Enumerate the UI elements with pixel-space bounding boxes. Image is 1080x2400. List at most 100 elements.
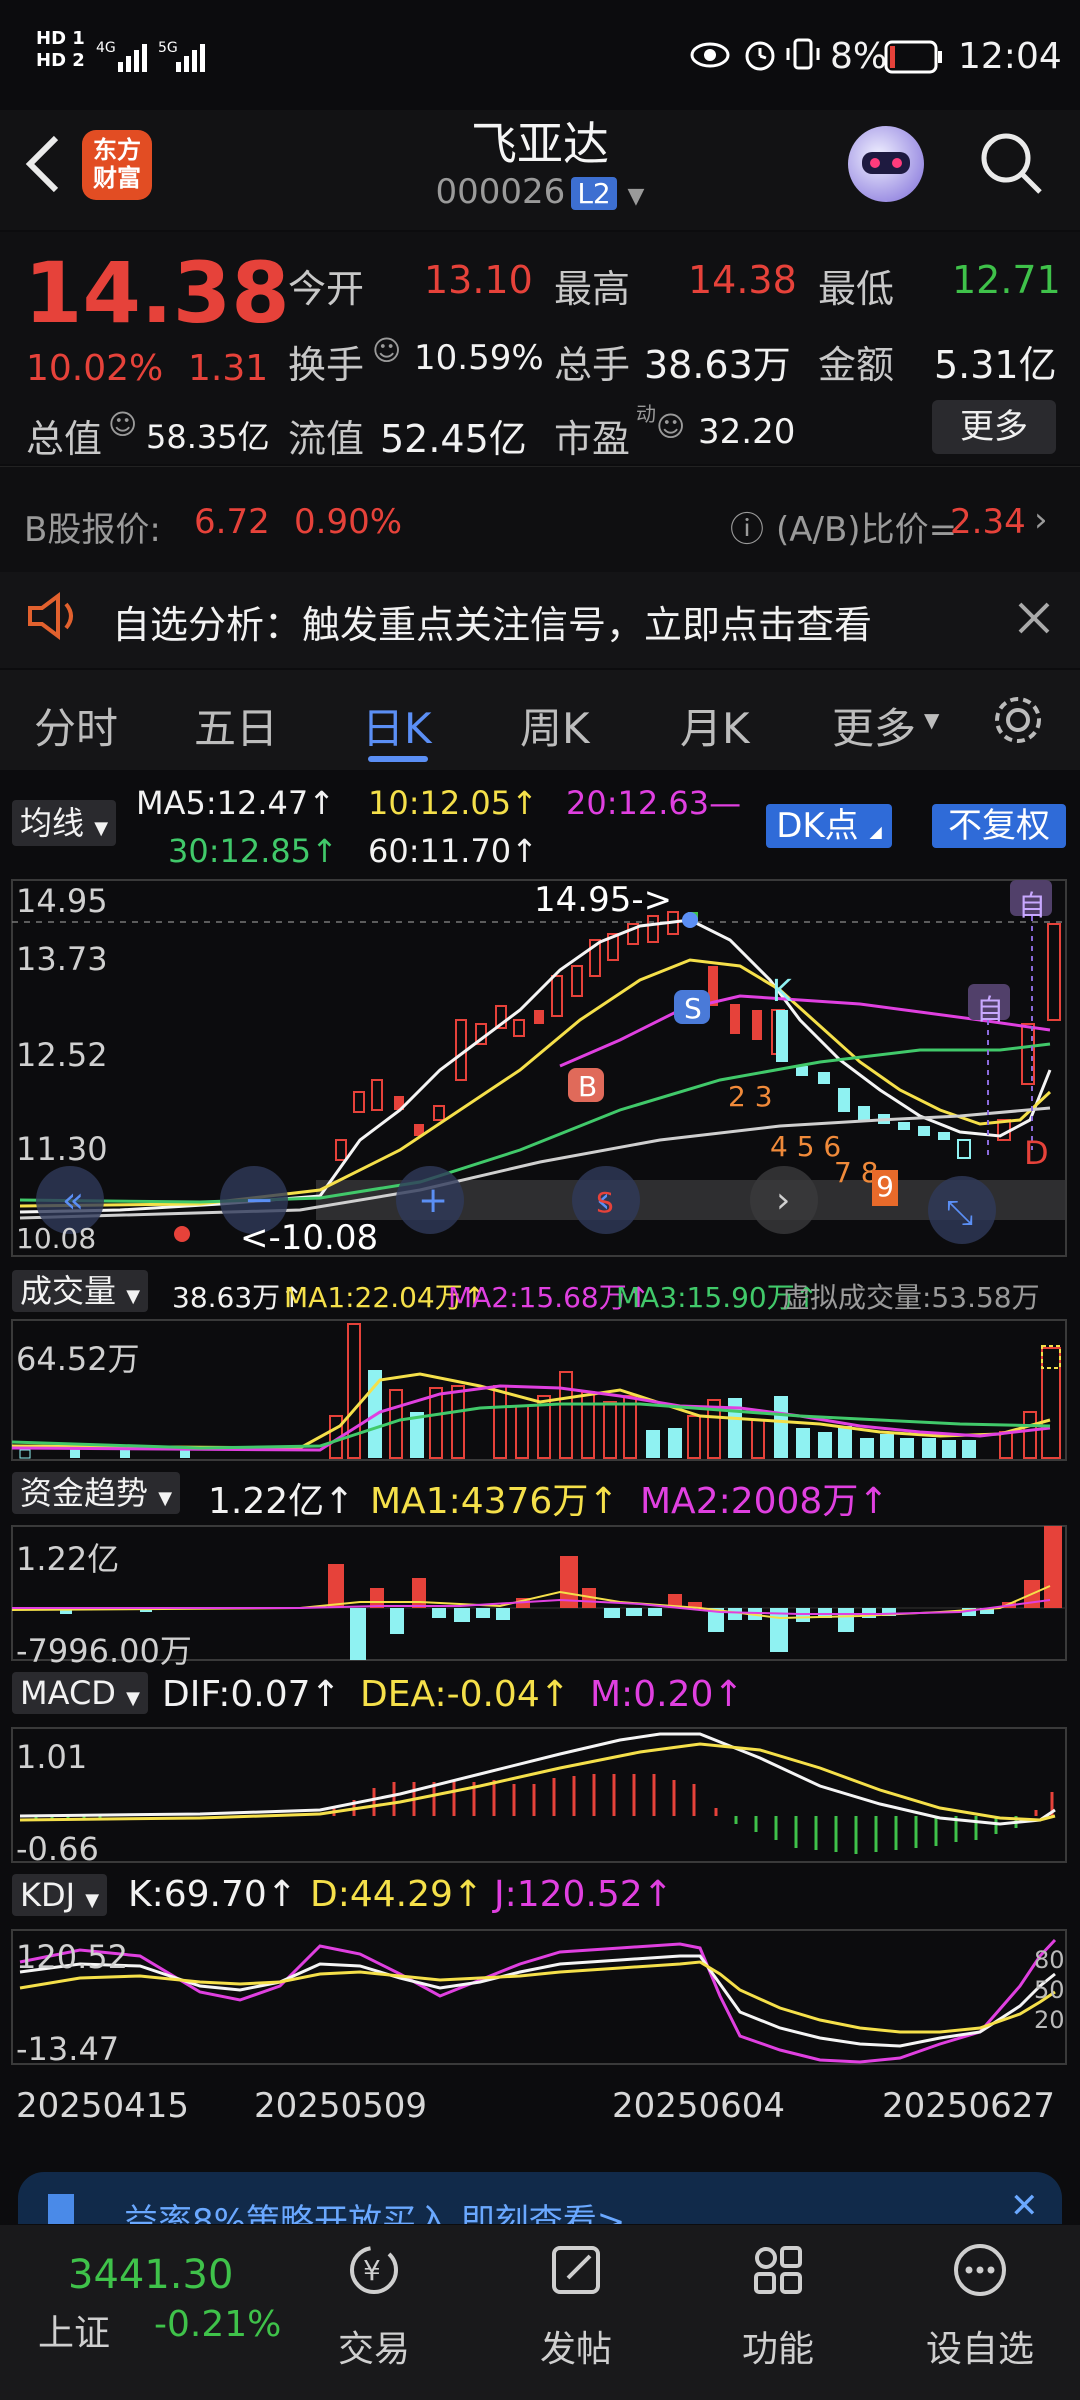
nav-add-watchlist[interactable]: 设自选 xyxy=(910,2320,1050,2372)
ab-ratio-value: 2.34 xyxy=(950,502,1026,542)
search-icon[interactable] xyxy=(978,130,1044,196)
kdj-d-line xyxy=(19,1960,1056,2034)
pe-value: 32.20 xyxy=(698,412,796,452)
kdj-chart[interactable] xyxy=(0,1926,1080,2068)
signal-icon xyxy=(118,44,205,72)
active-tab-indicator xyxy=(368,756,428,762)
nav-post[interactable]: 发帖 xyxy=(506,2320,646,2372)
open-value: 13.10 xyxy=(424,258,533,302)
macd-dif: DIF:0.07↑ xyxy=(162,1674,341,1715)
assistant-avatar-icon[interactable] xyxy=(848,126,924,202)
bshare-pct: 0.90% xyxy=(294,502,403,542)
tab-monthly-k[interactable]: 月K xyxy=(680,695,750,756)
kdj-ref-50: 50 xyxy=(1034,1976,1065,2004)
low-label: 最低 xyxy=(818,267,895,311)
kdj-d: D:44.29↑ xyxy=(310,1874,484,1915)
amount-label: 金额 xyxy=(818,343,895,387)
candles xyxy=(335,911,1061,1161)
kdj-k-text: K:69.70 xyxy=(128,1874,267,1915)
mktcap-label: 总值 xyxy=(26,417,103,461)
volume-label: 总手 xyxy=(554,343,631,387)
notice-text: 自选分析：触发重点关注信号，立即点击查看 xyxy=(112,603,873,647)
more-dots-icon xyxy=(954,2244,1006,2296)
fund-trend-selector[interactable]: 资金趋势 ▼ xyxy=(12,1472,181,1514)
volume-ma1-line xyxy=(11,1372,1051,1450)
close-icon[interactable] xyxy=(1016,600,1052,636)
kdj-selector[interactable]: KDJ ▼ xyxy=(12,1874,108,1916)
clock: 12:04 xyxy=(958,36,1062,77)
k-signal-letter: K xyxy=(772,974,792,1009)
ma-select-label: 均线 xyxy=(20,804,85,842)
index-value[interactable]: 3441.30 xyxy=(68,2252,233,2298)
ma5-line xyxy=(19,918,1052,1214)
volume-selector[interactable]: 成交量 ▼ xyxy=(12,1270,149,1312)
bshare-price: 6.72 xyxy=(194,502,270,542)
sim1-label: HD 1 xyxy=(36,28,85,49)
macd-chart[interactable] xyxy=(0,1724,1080,1866)
auto-signal-label: 自 xyxy=(976,993,1005,1026)
date-label-1: 20250415 xyxy=(16,2086,190,2126)
fund-select-label: 资金趋势 xyxy=(20,1474,149,1512)
kdj-ref-20: 20 xyxy=(1034,2006,1065,2034)
kdj-k: K:69.70↑ xyxy=(128,1874,297,1915)
ma30-value: 30:12.85↑ xyxy=(168,832,338,870)
fund-current: 1.22亿↑ xyxy=(208,1481,355,1522)
minus-icon: − xyxy=(244,1180,274,1221)
low-point-marker xyxy=(174,1226,190,1242)
expand-icon: ⤡ xyxy=(946,1193,973,1233)
sell-signal-letter: S xyxy=(684,992,702,1025)
tab-daily-k[interactable]: 日K xyxy=(362,695,432,756)
tab-timeshare[interactable]: 分时 xyxy=(34,695,118,756)
battery-percent: 8% xyxy=(830,36,888,77)
plus-icon: + xyxy=(418,1180,448,1221)
volume-select-label: 成交量 xyxy=(20,1272,117,1310)
features-grid-icon xyxy=(754,2246,802,2294)
settings-gear-icon[interactable] xyxy=(990,692,1046,748)
kdj-j-line xyxy=(19,1938,1057,2064)
more-quote-button[interactable]: 更多 xyxy=(932,400,1056,454)
volume-bars xyxy=(19,1323,1061,1459)
float-value: 52.45亿 xyxy=(380,417,527,461)
info-circle-icon[interactable]: ☺ xyxy=(656,410,685,443)
no-adjust-button[interactable]: 不复权 xyxy=(932,804,1066,848)
tab-more[interactable]: 更多 xyxy=(832,695,916,756)
date-label-3: 20250604 xyxy=(612,2086,786,2126)
last-price: 14.38 xyxy=(24,244,290,342)
promo-close-icon[interactable]: ✕ xyxy=(1010,2186,1039,2224)
kdj-axis-max: 120.52 xyxy=(16,1938,128,1976)
info-circle-icon[interactable]: ☺ xyxy=(372,334,401,367)
help-icon[interactable]: ⓘ xyxy=(730,502,764,551)
dk-point-button[interactable]: DK点 ◢ xyxy=(766,804,892,848)
svg-text:¥: ¥ xyxy=(363,2254,381,2287)
chevron-right-icon: › xyxy=(776,1180,790,1221)
date-label-4: 20250627 xyxy=(882,2086,1056,2126)
macd-selector[interactable]: MACD ▼ xyxy=(12,1672,148,1714)
ma-selector[interactable]: 均线 ▼ xyxy=(12,800,117,846)
volume-ma1-text: MA1:22.04万 xyxy=(284,1281,463,1314)
amount-value: 5.31亿 xyxy=(934,343,1057,387)
info-circle-icon[interactable]: ☺ xyxy=(108,408,137,441)
index-change: -0.21% xyxy=(154,2304,282,2345)
low-value: 12.71 xyxy=(952,258,1061,302)
fund-ma1: MA1:4376万↑ xyxy=(370,1481,619,1522)
kdj-d-text: D:44.29 xyxy=(310,1874,453,1915)
change-amount: 1.31 xyxy=(188,348,269,389)
promo-banner[interactable]: 益率8%策略开放买入 即刻查看> ✕ xyxy=(18,2172,1062,2224)
tab-weekly-k[interactable]: 周K xyxy=(520,695,590,756)
tab-five-day[interactable]: 五日 xyxy=(194,695,278,756)
speaker-icon xyxy=(28,592,73,640)
price-axis-4: 11.30 xyxy=(16,1130,108,1168)
turnover-value: 10.59% xyxy=(414,338,544,378)
nav-features[interactable]: 功能 xyxy=(708,2320,848,2372)
macd-select-label: MACD xyxy=(20,1674,116,1712)
volume-chart[interactable] xyxy=(0,1316,1080,1464)
fund-axis-max: 1.22亿 xyxy=(16,1540,120,1578)
pe-label: 市盈 xyxy=(554,417,631,461)
nav-trade[interactable]: 交易 xyxy=(304,2320,444,2372)
fund-ma2-text: MA2:2008万 xyxy=(640,1481,859,1522)
chevron-right-icon: › xyxy=(1034,500,1048,540)
dropdown-caret-icon: ▼ xyxy=(94,818,109,839)
open-label: 今开 xyxy=(288,267,365,311)
bshare-label: B股报价: xyxy=(24,510,161,550)
kline-chart[interactable]: « − + ‹ › ⤡ xyxy=(0,870,1080,1260)
